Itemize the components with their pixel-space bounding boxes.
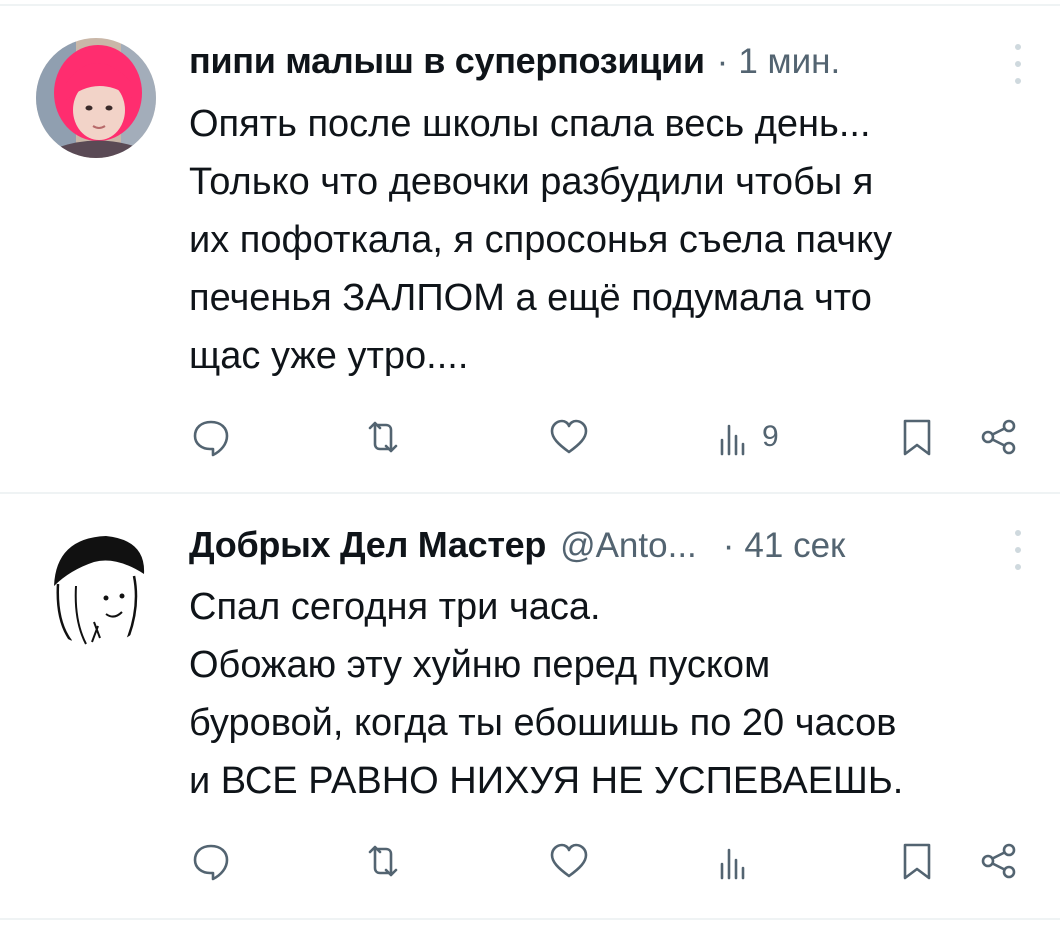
views-count: 9 (762, 420, 779, 453)
bar-chart-icon (720, 424, 745, 456)
heart-icon (550, 843, 588, 878)
like-button[interactable] (548, 416, 590, 458)
heart-icon (550, 419, 588, 454)
bookmark-button[interactable] (896, 840, 938, 882)
action-bar: 9 (0, 416, 1060, 464)
display-name[interactable]: Добрых Дел Мастер (189, 524, 546, 566)
avatar-image (36, 38, 156, 158)
share-button[interactable] (978, 416, 1020, 458)
share-nodes-icon (981, 419, 1016, 455)
avatar-dobryh[interactable] (36, 526, 156, 646)
more-options-icon[interactable] (1008, 44, 1028, 84)
reply-button[interactable] (190, 416, 232, 458)
views-button[interactable] (712, 840, 762, 882)
retweet-arrows-icon (368, 845, 398, 877)
retweet-button[interactable] (362, 416, 404, 458)
speech-bubble-icon (193, 420, 229, 457)
avatar-pipi[interactable] (36, 38, 156, 158)
tweet-header: пипи малыш в суперпозиции · 1 мин. (189, 40, 840, 82)
action-bar (0, 840, 1060, 888)
tweet-1[interactable]: пипи малыш в суперпозиции · 1 мин. Опять… (0, 0, 1060, 490)
bar-chart-icon (720, 848, 745, 880)
tweet-text: Спал сегодня три часа. Обожаю эту хуйню … (189, 586, 904, 802)
timestamp[interactable]: 1 мин. (738, 42, 840, 82)
display-name[interactable]: пипи малыш в суперпозиции (189, 40, 705, 82)
bookmark-icon (903, 419, 931, 456)
tweet-2[interactable]: Добрых Дел Мастер @Anto... · 41 сек Спал… (0, 494, 1060, 920)
share-nodes-icon (981, 843, 1016, 879)
separator-dot: · (722, 526, 735, 565)
reply-button[interactable] (190, 840, 232, 882)
speech-bubble-icon (193, 844, 229, 881)
share-button[interactable] (978, 840, 1020, 882)
tweet-header: Добрых Дел Мастер @Anto... · 41 сек (189, 524, 845, 566)
retweet-button[interactable] (362, 840, 404, 882)
avatar-image (36, 526, 156, 646)
bottom-divider (0, 918, 1060, 920)
more-options-icon[interactable] (1008, 530, 1028, 570)
timestamp[interactable]: 41 сек (744, 526, 845, 566)
views-button[interactable]: 9 (712, 416, 779, 458)
retweet-arrows-icon (368, 421, 398, 453)
user-handle[interactable]: @Anto... (560, 526, 697, 566)
separator-dot: · (716, 42, 729, 81)
bookmark-icon (903, 843, 931, 880)
bookmark-button[interactable] (896, 416, 938, 458)
like-button[interactable] (548, 840, 590, 882)
tweet-text: Опять после школы спала весь день... Тол… (189, 103, 893, 377)
